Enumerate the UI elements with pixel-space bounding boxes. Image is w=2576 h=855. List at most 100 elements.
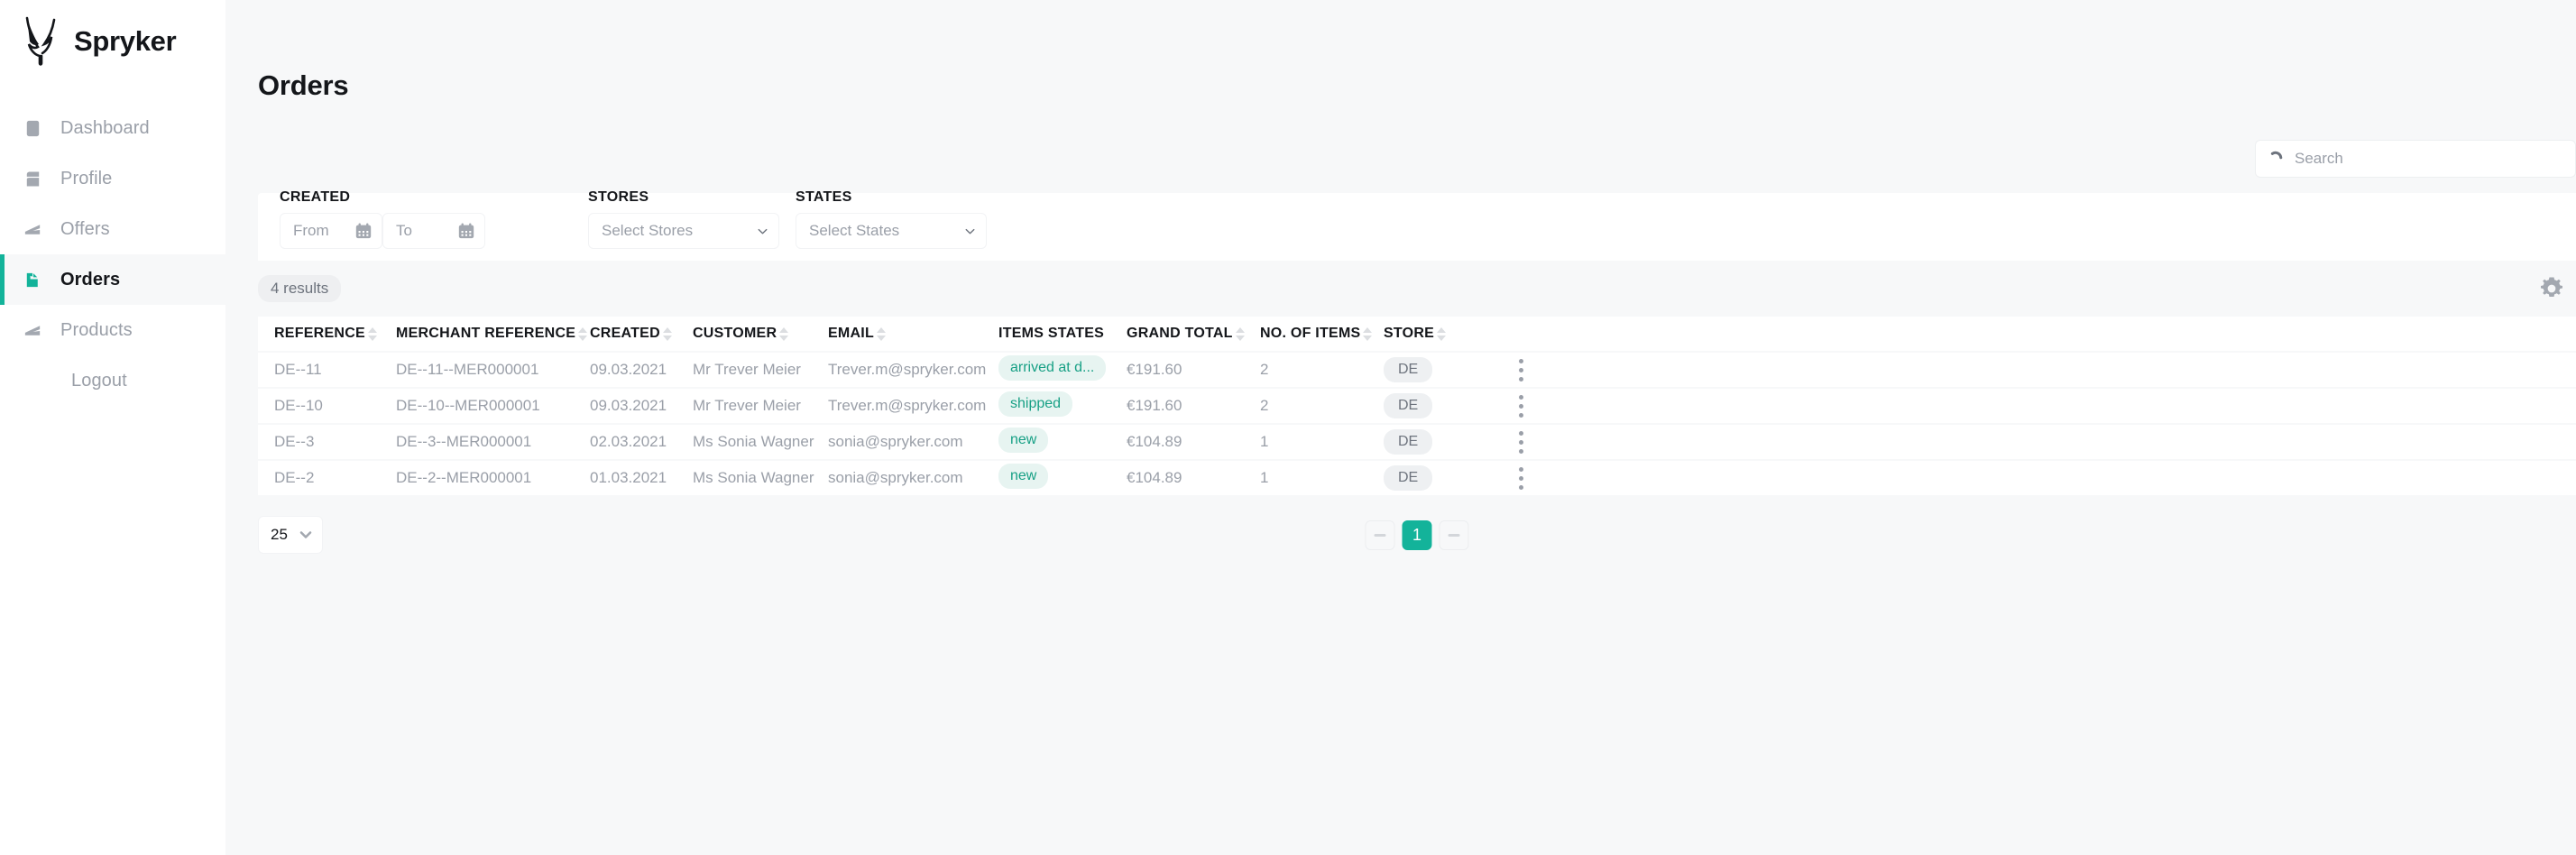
column-header-label: STORE <box>1384 326 1435 341</box>
column-header-label: MERCHANT REFERENCE <box>396 326 576 341</box>
column-header-reference[interactable]: REFERENCE <box>274 326 396 342</box>
cell-customer: Mr Trever Meier <box>693 361 801 378</box>
offers-icon <box>20 216 45 242</box>
store-badge: DE <box>1384 393 1433 418</box>
table-row[interactable]: DE--2 DE--2--MER000001 01.03.2021 Ms Son… <box>258 459 2576 495</box>
kebab-menu-icon[interactable] <box>1513 355 1529 385</box>
table-row[interactable]: DE--3 DE--3--MER000001 02.03.2021 Ms Son… <box>258 423 2576 459</box>
filter-stores: STORES Select Stores <box>588 189 779 249</box>
sort-icon[interactable] <box>578 326 588 341</box>
kebab-menu-icon[interactable] <box>1513 391 1529 421</box>
sort-icon[interactable] <box>1363 326 1373 341</box>
pagination-next-button[interactable] <box>1439 519 1469 550</box>
cell-reference: DE--2 <box>274 469 315 486</box>
sidebar-item-products[interactable]: Products <box>0 305 225 355</box>
calendar-icon[interactable] <box>354 222 373 240</box>
column-header-email[interactable]: EMAIL <box>828 326 998 342</box>
sort-icon[interactable] <box>779 326 789 341</box>
sort-icon[interactable] <box>662 326 672 341</box>
sidebar-item-label: Logout <box>71 370 127 391</box>
states-select[interactable]: Select States <box>796 213 987 249</box>
sort-icon[interactable] <box>877 326 887 341</box>
status-badge: arrived at d... <box>998 354 1107 381</box>
table-row[interactable]: DE--10 DE--10--MER000001 09.03.2021 Mr T… <box>258 387 2576 423</box>
column-header-label: GRAND TOTAL <box>1127 326 1233 341</box>
sidebar: Spryker Dashboard Profile Offers Orders … <box>0 0 225 855</box>
status-badge: new <box>998 427 1049 453</box>
per-page-value: 25 <box>271 526 288 543</box>
sidebar-item-profile[interactable]: Profile <box>0 153 225 204</box>
cell-email: Trever.m@spryker.com <box>828 361 987 378</box>
cell-store: DE <box>1384 393 1491 418</box>
cell-items-states: shipped <box>998 391 1127 421</box>
sort-icon[interactable] <box>1235 326 1245 341</box>
per-page-select[interactable]: 25 <box>258 516 323 554</box>
stores-select[interactable]: Select Stores <box>588 213 779 249</box>
row-actions[interactable] <box>1491 464 1529 493</box>
sidebar-item-offers[interactable]: Offers <box>0 204 225 254</box>
column-header-no-of-items[interactable]: NO. OF ITEMS <box>1260 326 1384 342</box>
stores-placeholder: Select Stores <box>602 222 694 239</box>
column-header-label: REFERENCE <box>274 326 365 341</box>
sidebar-item-label: Dashboard <box>60 117 150 138</box>
column-header-grand-total[interactable]: GRAND TOTAL <box>1127 326 1260 342</box>
cell-customer: Mr Trever Meier <box>693 397 801 414</box>
sidebar-item-label: Profile <box>60 168 113 188</box>
column-header-store[interactable]: STORE <box>1384 326 1491 342</box>
calendar-icon[interactable] <box>457 222 475 240</box>
pagination-page-1[interactable]: 1 <box>1402 519 1432 550</box>
brand[interactable]: Spryker <box>0 0 225 83</box>
row-actions[interactable] <box>1491 428 1529 457</box>
profile-icon <box>20 166 45 191</box>
sort-icon[interactable] <box>1437 326 1447 341</box>
kebab-menu-icon[interactable] <box>1513 428 1529 457</box>
products-icon <box>20 317 45 343</box>
cell-store: DE <box>1384 357 1491 382</box>
cell-grand-total: €104.89 <box>1127 469 1182 486</box>
column-header-label: CUSTOMER <box>693 326 777 341</box>
app-root: Spryker Dashboard Profile Offers Orders … <box>0 0 2576 855</box>
sidebar-item-dashboard[interactable]: Dashboard <box>0 103 225 153</box>
chevron-down-icon <box>298 527 314 543</box>
store-badge: DE <box>1384 429 1433 455</box>
spryker-horns-logo-icon <box>20 16 63 67</box>
chevron-down-icon <box>963 225 977 238</box>
table-settings-button[interactable] <box>2538 275 2567 302</box>
chevron-down-icon <box>756 225 769 238</box>
search-input[interactable]: Search <box>2255 140 2576 178</box>
cell-merchant-reference: DE--10--MER000001 <box>396 397 540 414</box>
created-from-input[interactable]: From <box>280 213 382 249</box>
page-title: Orders <box>258 69 349 101</box>
cell-grand-total: €191.60 <box>1127 397 1182 414</box>
filter-created: CREATED From To <box>280 189 485 249</box>
column-header-merchant-reference[interactable]: MERCHANT REFERENCE <box>396 326 590 342</box>
brand-name: Spryker <box>74 25 177 57</box>
cell-no-of-items: 2 <box>1260 397 1269 414</box>
filter-label: STORES <box>588 189 649 205</box>
sort-icon[interactable] <box>367 326 377 341</box>
row-actions[interactable] <box>1491 391 1529 421</box>
column-header-customer[interactable]: CUSTOMER <box>693 326 828 342</box>
cell-items-states: new <box>998 463 1127 493</box>
cell-grand-total: €104.89 <box>1127 433 1182 450</box>
kebab-menu-icon[interactable] <box>1513 464 1529 493</box>
cell-items-states: arrived at d... <box>998 354 1127 385</box>
created-to-input[interactable]: To <box>382 213 485 249</box>
column-header-created[interactable]: CREATED <box>590 326 693 342</box>
pagination-prev-button[interactable] <box>1365 519 1395 550</box>
sidebar-item-label: Products <box>60 319 133 340</box>
cell-customer: Ms Sonia Wagner <box>693 433 814 450</box>
sidebar-item-logout[interactable]: Logout <box>0 355 225 406</box>
pagination-prev-label <box>1374 533 1386 537</box>
dashboard-icon <box>20 115 45 141</box>
cell-created: 01.03.2021 <box>590 469 667 486</box>
main-content: Orders Search CREATED From To STORES Sel… <box>225 0 2576 855</box>
table-row[interactable]: DE--11 DE--11--MER000001 09.03.2021 Mr T… <box>258 351 2576 387</box>
sidebar-item-orders[interactable]: Orders <box>0 254 225 305</box>
created-from-placeholder: From <box>293 222 329 239</box>
row-actions[interactable] <box>1491 355 1529 385</box>
gear-icon[interactable] <box>2538 275 2565 302</box>
sidebar-item-label: Offers <box>60 218 110 239</box>
states-placeholder: Select States <box>809 222 900 239</box>
cell-reference: DE--11 <box>274 361 322 378</box>
